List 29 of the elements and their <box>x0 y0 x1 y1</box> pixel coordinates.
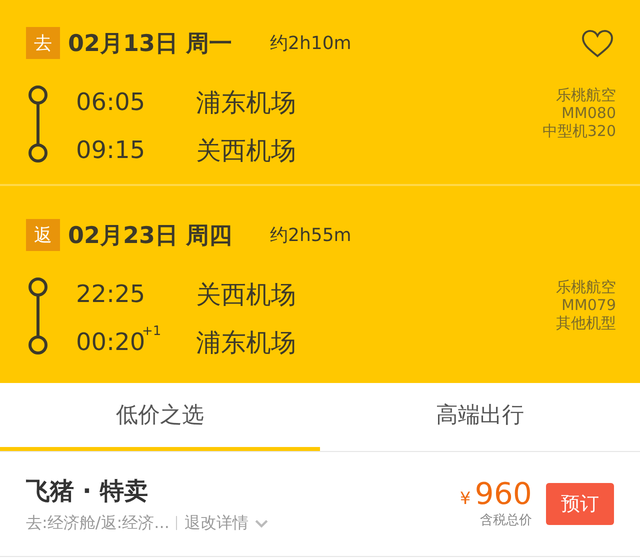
airport-name: 浦东机场 <box>196 86 296 118</box>
price-note: 含税总价 <box>480 512 532 529</box>
airport-name: 关西机场 <box>196 134 296 166</box>
flight-info: 乐桃航空 <box>556 278 616 296</box>
flight-info: MM079 <box>561 296 616 314</box>
route-icon <box>26 277 50 355</box>
flight-duration: 约2h10m <box>270 32 352 55</box>
favorite-icon[interactable] <box>581 28 614 58</box>
airport-name: 浦东机场 <box>196 326 296 358</box>
direction-tag: 返 <box>26 219 60 251</box>
price: 960 <box>474 479 532 511</box>
day-offset: +1 <box>142 324 162 339</box>
direction-tag: 去 <box>26 27 60 59</box>
cabin-class: 去:经济舱/返:经济... <box>26 512 170 534</box>
currency-sign: ¥ <box>460 489 471 509</box>
flight-time: 09:15 <box>76 136 142 164</box>
airport-name: 关西机场 <box>196 278 296 310</box>
flight-time: 06:05 <box>76 88 142 116</box>
flight-info: 其他机型 <box>556 314 616 332</box>
flight-date: 02月23日 周四 <box>68 222 232 250</box>
flight-time: 00:20 <box>76 328 142 356</box>
route-icon <box>26 85 50 163</box>
flight-info: 乐桃航空 <box>556 86 616 104</box>
flight-duration: 约2h55m <box>270 224 352 247</box>
flight-time: 22:25 <box>76 280 142 308</box>
flight-date: 02月13日 周一 <box>68 30 232 58</box>
brand-title: 飞猪 · 特卖 <box>26 476 149 506</box>
flight-info: 中型机320 <box>542 122 616 140</box>
flight-info: MM080 <box>561 104 616 122</box>
